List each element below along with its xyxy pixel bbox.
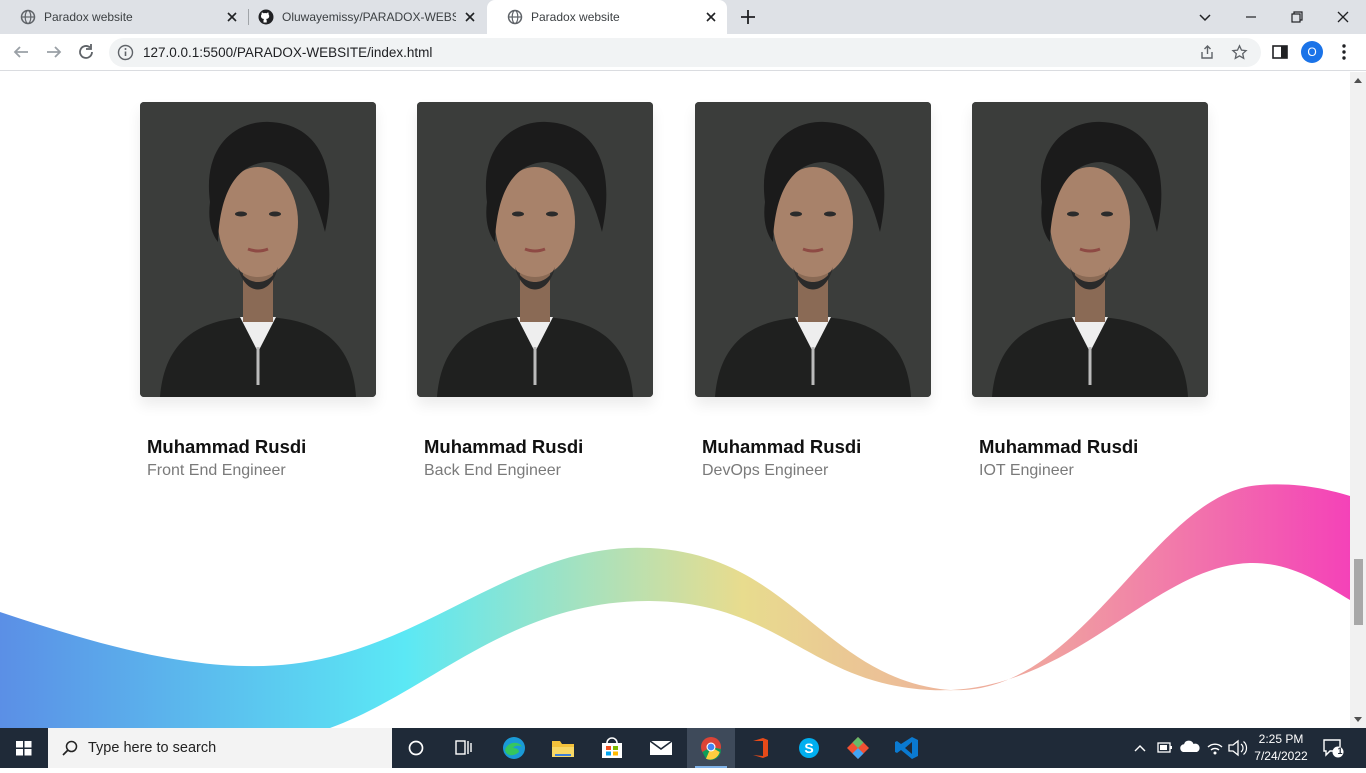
member-role: DevOps Engineer — [702, 462, 829, 479]
close-window-icon[interactable] — [1332, 6, 1354, 28]
edge-icon[interactable] — [490, 728, 538, 768]
scroll-down-arrow-icon[interactable] — [1353, 716, 1363, 724]
file-explorer-icon[interactable] — [539, 728, 587, 768]
team-card: Muhammad Rusdi Back End Engineer — [417, 102, 653, 479]
scroll-thumb[interactable] — [1354, 559, 1363, 625]
member-role: Back End Engineer — [424, 462, 561, 479]
vscode-icon[interactable] — [883, 728, 931, 768]
task-view-icon[interactable] — [440, 728, 488, 768]
team-photo — [695, 102, 931, 397]
wifi-icon[interactable] — [1204, 728, 1226, 768]
chrome-icon — [701, 737, 721, 761]
page-viewport: Muhammad Rusdi Front End Engineer Muhamm… — [0, 72, 1350, 728]
github-icon — [258, 9, 274, 25]
close-tab-icon[interactable] — [224, 9, 240, 25]
chrome-taskbar-button[interactable] — [687, 728, 735, 768]
menu-kebab-icon[interactable] — [1333, 41, 1355, 63]
git-gui-icon[interactable] — [834, 728, 882, 768]
back-icon[interactable] — [10, 41, 32, 63]
taskbar-clock[interactable]: 2:25 PM 7/24/2022 — [1250, 731, 1312, 765]
forward-icon[interactable] — [43, 41, 65, 63]
cortana-icon[interactable] — [392, 728, 440, 768]
search-icon — [62, 740, 78, 756]
side-panel-icon[interactable] — [1269, 41, 1291, 63]
site-info-icon[interactable] — [117, 44, 134, 61]
member-role: Front End Engineer — [147, 462, 286, 479]
tab-paradox-1[interactable]: Paradox website — [0, 0, 248, 34]
skype-icon[interactable]: S — [785, 728, 833, 768]
new-tab-icon[interactable] — [738, 7, 758, 27]
share-icon[interactable] — [1199, 44, 1216, 61]
browser-toolbar: 127.0.0.1:5500/PARADOX-WEBSITE/index.htm… — [0, 34, 1366, 71]
onedrive-cloud-icon[interactable] — [1178, 728, 1202, 768]
team-photo — [140, 102, 376, 397]
mail-icon[interactable] — [637, 728, 685, 768]
globe-icon — [20, 9, 36, 25]
tab-title: Paradox website — [44, 10, 133, 24]
windows-taskbar: Type here to search S 2:25 PM 7/24/2022 … — [0, 728, 1366, 768]
team-card: Muhammad Rusdi Front End Engineer — [140, 102, 376, 479]
microsoft-store-icon[interactable] — [588, 728, 636, 768]
office-icon[interactable] — [736, 728, 784, 768]
notification-count-badge: 1 — [1337, 746, 1343, 756]
reload-icon[interactable] — [75, 41, 97, 63]
search-placeholder: Type here to search — [88, 740, 217, 756]
address-bar[interactable]: 127.0.0.1:5500/PARADOX-WEBSITE/index.htm… — [109, 38, 1261, 67]
taskbar-search-input[interactable]: Type here to search — [48, 728, 392, 768]
clock-date: 7/24/2022 — [1254, 749, 1308, 763]
tab-title: Oluwayemissy/PARADOX-WEBSITE — [282, 10, 456, 24]
minimize-icon[interactable] — [1240, 6, 1262, 28]
show-hidden-icons-chevron-icon[interactable] — [1130, 728, 1150, 768]
windows-start-icon[interactable] — [0, 728, 48, 768]
restore-icon[interactable] — [1286, 6, 1308, 28]
team-photo — [417, 102, 653, 397]
profile-avatar[interactable]: O — [1301, 41, 1323, 63]
team-photo — [972, 102, 1208, 397]
tab-title: Paradox website — [531, 10, 620, 24]
svg-text:S: S — [804, 740, 813, 756]
close-tab-icon[interactable] — [462, 9, 478, 25]
clock-time: 2:25 PM — [1258, 732, 1304, 746]
member-name: Muhammad Rusdi — [702, 436, 862, 457]
tab-separator — [248, 9, 249, 25]
page-scrollbar[interactable] — [1350, 72, 1366, 728]
tab-paradox-active[interactable]: Paradox website — [487, 0, 727, 34]
tab-strip: Paradox website Oluwayemissy/PARADOX-WEB… — [0, 0, 1366, 34]
member-name: Muhammad Rusdi — [147, 436, 307, 457]
address-url: 127.0.0.1:5500/PARADOX-WEBSITE/index.htm… — [143, 45, 433, 60]
tab-search-chevron-icon[interactable] — [1194, 6, 1216, 28]
bookmark-star-icon[interactable] — [1231, 44, 1248, 61]
battery-icon[interactable] — [1155, 728, 1175, 768]
member-role: IOT Engineer — [979, 462, 1074, 479]
globe-icon — [507, 9, 523, 25]
volume-icon[interactable] — [1226, 728, 1248, 768]
member-name: Muhammad Rusdi — [424, 436, 584, 457]
close-tab-icon[interactable] — [703, 9, 719, 25]
tab-github[interactable]: Oluwayemissy/PARADOX-WEBSITE — [250, 0, 486, 34]
team-card: Muhammad Rusdi IOT Engineer — [972, 102, 1208, 479]
team-card: Muhammad Rusdi DevOps Engineer — [695, 102, 931, 479]
scroll-up-arrow-icon[interactable] — [1353, 76, 1363, 84]
member-name: Muhammad Rusdi — [979, 436, 1139, 457]
